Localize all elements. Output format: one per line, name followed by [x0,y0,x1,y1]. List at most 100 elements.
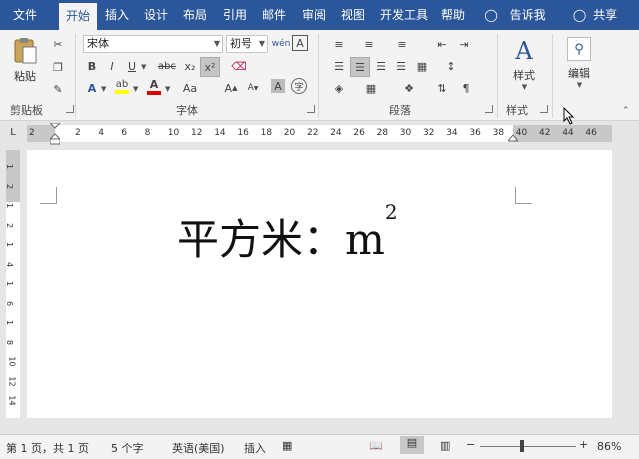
line-spacing-icon[interactable]: ↕ [442,57,460,75]
align-left-icon[interactable]: ☰ [330,57,348,75]
underline-button[interactable]: U [123,57,141,75]
margin-corner-top-right [515,187,532,204]
paste-button[interactable]: 粘贴 [8,34,42,86]
chevron-down-icon[interactable]: ▼ [101,85,106,93]
format-painter-icon[interactable]: ✎ [49,80,67,98]
phonetic-guide-icon[interactable]: wén [272,35,291,53]
tell-me-box[interactable]: ◯ 告诉我 [482,0,548,30]
superscript-button[interactable]: x² [200,57,220,77]
page-count[interactable]: 第 1 页，共 1 页 [6,440,89,456]
strikethrough-button[interactable]: abc [155,57,179,75]
distributed-icon[interactable]: ▦ [413,57,431,75]
tab-developer[interactable]: 开发工具 [376,0,432,30]
person-icon: ◯ [572,8,587,22]
chevron-down-icon[interactable]: ▼ [165,85,170,93]
sort-icon[interactable]: ⇅ [433,79,451,97]
print-layout-icon[interactable]: ▤ [400,436,424,454]
read-mode-icon[interactable]: 📖 [369,439,383,452]
tab-selector-icon[interactable]: L [6,126,20,140]
right-indent-marker-icon[interactable] [508,133,518,142]
increase-indent-icon[interactable]: ⇥ [455,35,473,53]
ruler-tick-label: 26 [353,128,365,138]
paragraph-launcher-icon[interactable] [485,105,493,113]
shrink-font-icon[interactable]: A ▼ [244,79,262,97]
chevron-down-icon[interactable]: ▼ [141,63,146,71]
editing-button[interactable]: ⚲ 编辑 ▼ [562,36,596,90]
change-case-icon[interactable]: Aa [181,79,199,97]
vertical-ruler[interactable]: 1 2 1 2 1 4 1 6 1 8 10 12 14 [5,150,20,418]
vruler-tick-label: 6 [5,300,15,306]
zoom-in-icon[interactable]: + [579,438,588,451]
font-launcher-icon[interactable] [307,105,315,113]
text-effects-icon[interactable]: A [83,79,101,97]
decrease-indent-icon[interactable]: ⇤ [433,35,451,53]
ruler-tick-label: 36 [469,128,481,138]
indent-markers[interactable] [48,122,62,145]
share-button[interactable]: ◯ 共享 [570,0,620,30]
styles-launcher-icon[interactable] [540,105,548,113]
chinese-layout-icon[interactable]: ❖ [400,79,418,97]
styles-group-label: 样式 [506,104,528,117]
editing-button-label: 编辑 [568,67,590,80]
font-color-icon: A [149,77,159,91]
char-shading-icon[interactable]: A [271,79,285,93]
align-right-icon[interactable]: ☰ [372,57,390,75]
vruler-tick-label: 4 [5,261,15,267]
divider [497,34,498,118]
italic-button[interactable]: I [103,57,121,75]
zoom-slider-thumb[interactable] [520,440,524,452]
macro-record-icon[interactable]: ▦ [282,439,292,452]
styles-button-label: 样式 [513,69,535,82]
bullets-icon[interactable]: ≡ [330,35,348,53]
collapse-ribbon-icon[interactable]: ⌃ [622,106,630,116]
multilevel-list-icon[interactable]: ≡ [393,35,411,53]
zoom-slider-track[interactable] [480,446,576,447]
justify-icon[interactable]: ☰ [392,57,410,75]
insert-mode[interactable]: 插入 [244,440,266,456]
tab-file[interactable]: 文件 [6,0,44,30]
cut-icon[interactable]: ✂ [49,35,67,53]
vruler-tick-label: 1 [5,319,15,326]
horizontal-ruler[interactable]: 2 2 4 6 8 10 12 14 16 18 20 22 24 26 28 30 32 34 36 38 40 42 4… [27,125,612,142]
bold-button[interactable]: B [83,57,101,75]
document-page[interactable]: 平方米：m2 [27,150,612,418]
grow-font-icon[interactable]: A ▲ [222,79,240,97]
font-family-combo[interactable]: 宋体 ▼ [83,35,223,53]
copy-icon[interactable]: ❐ [49,58,67,76]
paragraph-group-label: 段落 [389,104,411,117]
align-center-icon[interactable]: ☰ [350,57,370,77]
tab-home[interactable]: 开始 [59,3,97,30]
chevron-down-icon[interactable]: ▼ [133,85,138,93]
ruler-tick-label: 20 [283,128,296,138]
shading-icon[interactable]: ◈ [330,79,348,97]
zoom-level[interactable]: 86% [597,440,621,453]
clear-formatting-icon[interactable]: ⌫ [230,57,248,75]
numbering-icon[interactable]: ≡ [360,35,378,53]
tab-references[interactable]: 引用 [218,0,252,30]
clipboard-launcher-icon[interactable] [66,105,74,113]
document-text[interactable]: 平方米：m2 [177,200,398,267]
enclose-char-icon[interactable]: 字 [291,78,307,94]
zoom-out-icon[interactable]: − [466,438,475,451]
font-size-combo[interactable]: 初号 ▼ [226,35,268,53]
highlight-color-button[interactable]: ab [113,77,131,95]
font-color-button[interactable]: A [145,77,163,95]
borders-icon[interactable]: ▦ [362,79,380,97]
word-count[interactable]: 5 个字 [111,440,144,456]
tab-design[interactable]: 设计 [139,0,173,30]
vruler-tick-label: 1 [5,202,15,209]
ribbon-tab-bar: 文件 开始 插入 设计 布局 引用 邮件 审阅 视图 开发工具 帮助 ◯ 告诉我… [0,0,639,30]
web-layout-icon[interactable]: ▥ [440,439,450,452]
tab-layout[interactable]: 布局 [178,0,212,30]
tab-help[interactable]: 帮助 [436,0,470,30]
language-indicator[interactable]: 英语(美国) [172,440,225,456]
ruler-tick-label: 18 [260,128,273,138]
tab-mailings[interactable]: 邮件 [257,0,291,30]
show-marks-icon[interactable]: ¶ [457,79,475,97]
tab-view[interactable]: 视图 [336,0,370,30]
char-border-icon[interactable]: A [292,35,308,51]
tab-review[interactable]: 审阅 [297,0,331,30]
tab-insert[interactable]: 插入 [100,0,134,30]
subscript-button[interactable]: x₂ [181,57,199,75]
styles-button[interactable]: A 样式 ▼ [506,36,542,92]
